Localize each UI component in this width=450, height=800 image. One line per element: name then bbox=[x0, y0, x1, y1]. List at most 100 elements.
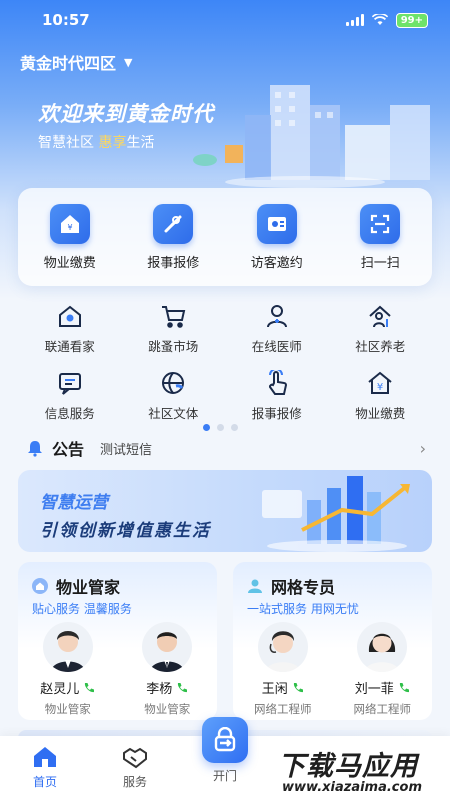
avatar bbox=[42, 622, 93, 672]
community-selector[interactable]: 黄金时代四区 ▼ bbox=[20, 50, 132, 74]
house-yen-icon: ¥ bbox=[366, 369, 394, 397]
community-name: 黄金时代四区 bbox=[20, 54, 117, 73]
page-dot bbox=[231, 424, 238, 431]
phone-icon[interactable] bbox=[176, 682, 188, 694]
service-online-doctor[interactable]: 在线医师 bbox=[225, 302, 329, 355]
tab-open-door[interactable]: 开门 bbox=[185, 717, 265, 784]
phone-icon[interactable] bbox=[292, 682, 304, 694]
battery-indicator: 99+ bbox=[395, 12, 428, 28]
tab-label: 开门 bbox=[212, 769, 237, 783]
status-time: 10:57 bbox=[42, 11, 90, 29]
service-label: 信息服务 bbox=[44, 406, 95, 421]
service-label: 报事报修 bbox=[251, 406, 302, 421]
phone-icon[interactable] bbox=[83, 682, 95, 694]
tagline-prefix: 智慧社区 bbox=[38, 135, 94, 151]
home-camera-icon bbox=[56, 302, 84, 330]
service-label: 联通看家 bbox=[44, 339, 95, 354]
tagline-suffix: 生活 bbox=[126, 135, 155, 151]
phone-icon[interactable] bbox=[398, 682, 410, 694]
shopping-cart-icon bbox=[159, 302, 187, 330]
tab-label: 首页 bbox=[32, 775, 57, 789]
main-service-label: 访客邀约 bbox=[250, 255, 303, 271]
panel-subtitle: 贴心服务 温馨服务 bbox=[32, 602, 132, 616]
city-illustration bbox=[193, 85, 430, 188]
page-dot bbox=[217, 424, 224, 431]
contact-card[interactable]: 王闲 网络工程师 bbox=[238, 622, 328, 717]
contact-card[interactable]: 李杨 物业管家 bbox=[122, 622, 212, 717]
main-service-label: 扫一扫 bbox=[360, 255, 400, 271]
banner-subtitle: 引领创新增值惠生活 bbox=[40, 521, 211, 541]
doctor-icon bbox=[263, 302, 291, 330]
contact-role: 物业管家 bbox=[44, 702, 91, 716]
chevron-down-icon: ▼ bbox=[124, 55, 133, 69]
avatar bbox=[357, 622, 408, 672]
growth-chart-illustration bbox=[262, 476, 410, 552]
contact-card[interactable]: 赵灵儿 物业管家 bbox=[23, 622, 113, 717]
contact-name-row: 赵灵儿 bbox=[40, 678, 95, 697]
panel-title: 网格专员 bbox=[271, 578, 336, 597]
panel-header: 网格专员 bbox=[247, 574, 335, 598]
home-badge-icon bbox=[32, 578, 48, 594]
contact-card[interactable]: 刘一菲 网络工程师 bbox=[337, 622, 427, 717]
service-repair-report[interactable]: 报事报修 bbox=[225, 369, 329, 422]
tap-hand-icon bbox=[263, 369, 291, 397]
promo-banner[interactable]: 智慧运营 引领创新增值惠生活 bbox=[18, 470, 432, 552]
repair-tools-icon bbox=[153, 203, 194, 244]
tagline: 智慧社区 惠享生活 bbox=[38, 132, 154, 152]
contact-role: 网络工程师 bbox=[254, 702, 312, 716]
main-services-card: ¥ 物业缴费 报事报修 访客邀约 扫一扫 bbox=[18, 188, 432, 286]
panel-header: 物业管家 bbox=[32, 574, 120, 598]
main-service-visitor[interactable]: 访客邀约 bbox=[232, 203, 322, 271]
notice-title: 公告 bbox=[52, 440, 85, 459]
door-unlock-icon bbox=[202, 717, 248, 763]
main-service-scan[interactable]: 扫一扫 bbox=[335, 203, 425, 271]
tab-service[interactable]: 服务 bbox=[95, 745, 175, 790]
contact-role: 物业管家 bbox=[144, 702, 191, 716]
home-icon bbox=[34, 747, 56, 767]
status-bar: 10:57 99+ bbox=[0, 0, 450, 40]
specialist-list: 王闲 网络工程师 刘一菲 网络工程师 bbox=[233, 622, 432, 717]
status-icons: 99+ bbox=[345, 12, 428, 28]
tab-label: 服务 bbox=[122, 775, 147, 789]
contact-name: 李杨 bbox=[146, 682, 173, 697]
service-flea-market[interactable]: 跳蚤市场 bbox=[122, 302, 226, 355]
watermark-main-text: 下载马应用 bbox=[278, 751, 418, 782]
service-culture-sports[interactable]: 社区文体 bbox=[122, 369, 226, 422]
main-service-repair[interactable]: 报事报修 bbox=[128, 203, 218, 271]
property-manager-panel: 物业管家 贴心服务 温馨服务 赵灵儿 物业管家 李杨 物业管家 bbox=[18, 562, 217, 720]
panel-title: 物业管家 bbox=[56, 578, 121, 597]
message-icon bbox=[56, 369, 84, 397]
network-specialist-panel: 网格专员 一站式服务 用网无忧 王闲 网络工程师 刘一菲 网络工程师 bbox=[233, 562, 432, 720]
banner-title: 智慧运营 bbox=[40, 493, 108, 513]
avatar bbox=[142, 622, 193, 672]
service-label: 社区文体 bbox=[148, 406, 199, 421]
notice-bar[interactable]: 公告 测试短信 › bbox=[26, 436, 426, 460]
main-service-property-fee[interactable]: ¥ 物业缴费 bbox=[25, 203, 115, 271]
handshake-icon bbox=[123, 747, 147, 769]
service-info[interactable]: 信息服务 bbox=[18, 369, 122, 422]
service-property-fee[interactable]: ¥ 物业缴费 bbox=[329, 369, 433, 422]
services-grid: 联通看家 跳蚤市场 在线医师 社区养老 信息服务 社区文体 报事报修 ¥ 物业缴… bbox=[18, 302, 432, 422]
manager-list: 赵灵儿 物业管家 李杨 物业管家 bbox=[18, 622, 217, 717]
service-elderly-care[interactable]: 社区养老 bbox=[329, 302, 433, 355]
service-label: 社区养老 bbox=[355, 339, 406, 354]
contact-name-row: 李杨 bbox=[146, 678, 188, 697]
visitor-invite-icon bbox=[256, 203, 297, 244]
contact-name-row: 刘一菲 bbox=[355, 678, 410, 697]
contact-role: 网络工程师 bbox=[353, 702, 412, 716]
service-home-watch[interactable]: 联通看家 bbox=[18, 302, 122, 355]
panel-subtitle: 一站式服务 用网无忧 bbox=[247, 602, 359, 616]
tab-home[interactable]: 首页 bbox=[5, 745, 85, 790]
bell-icon bbox=[28, 441, 42, 457]
wifi-icon bbox=[371, 14, 388, 25]
notice-text: 测试短信 bbox=[100, 442, 153, 458]
page-indicator bbox=[203, 424, 238, 431]
scan-icon bbox=[360, 203, 401, 244]
property-fee-icon: ¥ bbox=[49, 203, 90, 244]
svg-text:¥: ¥ bbox=[67, 223, 72, 232]
watermark-logo: 下载马应用 www.xiazaima.com bbox=[270, 742, 450, 800]
svg-text:¥: ¥ bbox=[377, 382, 383, 393]
main-service-label: 物业缴费 bbox=[43, 255, 96, 271]
contact-name-row: 王闲 bbox=[262, 678, 304, 697]
service-label: 跳蚤市场 bbox=[148, 339, 199, 354]
